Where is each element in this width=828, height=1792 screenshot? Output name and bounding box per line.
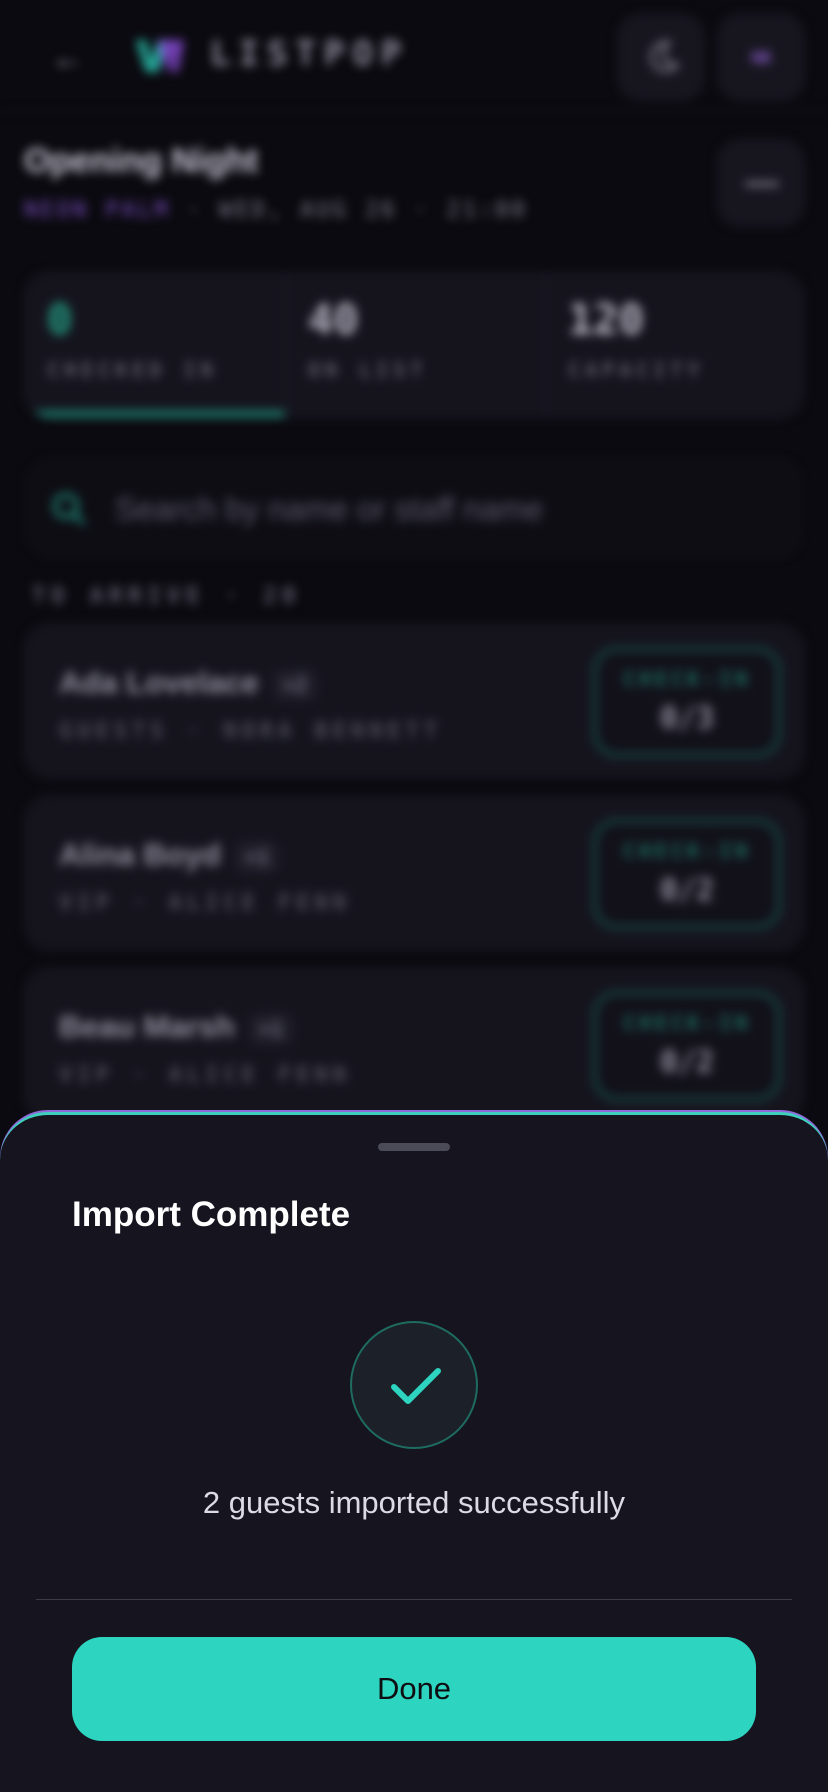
guest-name: Alina Boyd +1: [59, 837, 279, 873]
minus-icon: [745, 182, 779, 186]
plus-badge: +2: [272, 668, 317, 701]
stat-label: CHECKED IN: [47, 358, 218, 382]
done-button[interactable]: Done: [72, 1637, 756, 1741]
guest-card[interactable]: Alina Boyd +1 VIP · ALICE FENN CHECK-IN 0…: [24, 796, 804, 950]
success-badge: [350, 1321, 478, 1449]
checkmark-icon: [391, 1368, 441, 1404]
check-in-button[interactable]: CHECK-IN 0/2: [593, 819, 781, 929]
divider: [36, 1599, 792, 1600]
plus-badge: +1: [248, 1012, 293, 1045]
search-input[interactable]: Search by name or staff name: [115, 491, 543, 528]
stat-checked-in: 0 CHECKED IN: [25, 273, 285, 417]
stat-on-list: 40 ON LIST: [285, 273, 545, 417]
brand-name: LISTPOP: [210, 34, 410, 74]
check-in-label: CHECK-IN: [622, 839, 752, 863]
sheet-title: Import Complete: [72, 1195, 351, 1234]
guest-meta: GUESTS · NORA BENNETT: [59, 719, 443, 744]
check-in-button[interactable]: CHECK-IN 0/3: [593, 647, 781, 757]
event-venue: NEON PALM: [24, 198, 171, 223]
stats-panel: 0 CHECKED IN 40 ON LIST 120 CAPACITY: [24, 272, 804, 418]
check-in-count: 0/2: [659, 873, 715, 908]
check-in-count: 0/2: [659, 1045, 715, 1080]
back-arrow-icon[interactable]: ←: [48, 38, 88, 78]
stat-value: 40: [308, 295, 359, 344]
success-message: 2 guests imported successfully: [202, 1485, 626, 1520]
event-datetime: · WED, AUG 26 · 21:00: [170, 198, 528, 223]
avatar-button[interactable]: NB: [718, 14, 804, 100]
plus-badge: +1: [234, 840, 279, 873]
check-in-label: CHECK-IN: [622, 667, 752, 691]
checked-in-progress-bar: [25, 411, 285, 417]
stat-label: ON LIST: [308, 358, 428, 382]
logo-icon: [136, 40, 184, 72]
guest-name-text: Ada Lovelace: [59, 665, 259, 700]
sheet-drag-handle[interactable]: [378, 1143, 450, 1151]
theme-toggle-button[interactable]: [618, 14, 704, 100]
stat-value: 120: [568, 295, 644, 344]
guest-card[interactable]: Beau Marsh +1 VIP · ALICE FENN CHECK-IN 0…: [24, 968, 804, 1122]
check-in-label: CHECK-IN: [622, 1011, 752, 1035]
import-complete-sheet: Import Complete 2 guests imported succes…: [0, 1112, 828, 1792]
guest-name-text: Beau Marsh: [59, 1009, 235, 1044]
stat-value: 0: [47, 295, 73, 344]
section-label: TO ARRIVE · 20: [32, 584, 302, 609]
search-icon: [53, 493, 85, 525]
top-bar: ← LISTPOP NB: [0, 0, 828, 112]
guest-name: Ada Lovelace +2: [59, 665, 317, 701]
check-in-count: 0/3: [659, 701, 715, 736]
moon-icon: [650, 41, 681, 73]
guest-name-text: Alina Boyd: [59, 837, 221, 872]
check-in-button[interactable]: CHECK-IN 0/2: [593, 991, 781, 1101]
more-options-button[interactable]: [718, 140, 804, 226]
guest-card[interactable]: Ada Lovelace +2 GUESTS · NORA BENNETT CHE…: [24, 624, 804, 778]
guest-name: Beau Marsh +1: [59, 1009, 293, 1045]
event-title: Opening Night: [24, 142, 259, 180]
guest-meta: VIP · ALICE FENN: [59, 1063, 351, 1088]
event-meta: NEON PALM · WED, AUG 26 · 21:00: [24, 198, 528, 223]
search-field[interactable]: Search by name or staff name: [28, 460, 800, 556]
stat-label: CAPACITY: [568, 358, 705, 382]
guest-meta: VIP · ALICE FENN: [59, 891, 351, 916]
stat-capacity: 120 CAPACITY: [545, 273, 803, 417]
